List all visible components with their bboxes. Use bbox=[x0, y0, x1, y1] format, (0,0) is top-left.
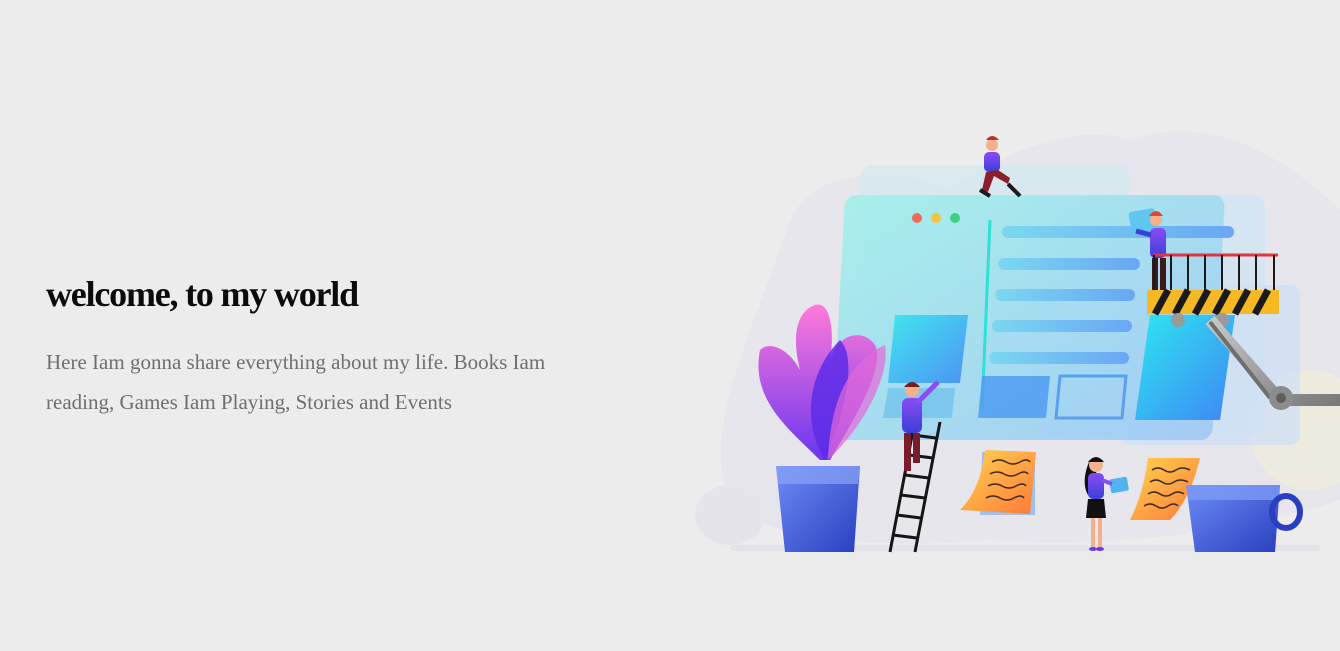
mug-icon bbox=[1186, 485, 1303, 552]
window-dot-green bbox=[950, 213, 960, 223]
hero-description: Here Iam gonna share everything about my… bbox=[46, 350, 546, 414]
illustration-svg bbox=[695, 130, 1340, 553]
page: welcome, to my world Here Iam gonna shar… bbox=[0, 0, 1340, 651]
hero-title: welcome, to my world bbox=[46, 274, 359, 314]
website-builders-illustration bbox=[690, 100, 1340, 560]
window-dot-red bbox=[912, 213, 922, 223]
window-dot-yellow bbox=[931, 213, 941, 223]
hero-section: welcome, to my world Here Iam gonna shar… bbox=[46, 272, 646, 422]
